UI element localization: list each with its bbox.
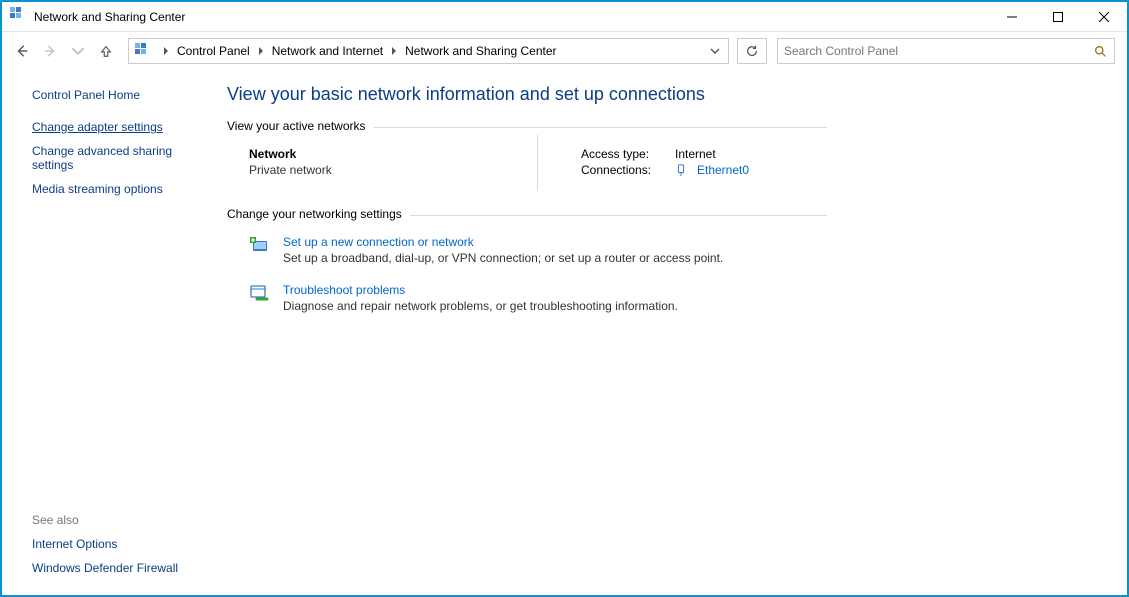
- address-icon: [129, 43, 157, 59]
- window-title: Network and Sharing Center: [34, 10, 185, 24]
- change-settings-label: Change your networking settings: [227, 207, 402, 221]
- ethernet-icon: [675, 164, 687, 176]
- see-also-heading: See also: [32, 513, 205, 527]
- nav-back-button[interactable]: [10, 39, 34, 63]
- access-type-label: Access type:: [581, 147, 667, 161]
- chevron-right-icon[interactable]: [385, 47, 403, 55]
- divider: [374, 127, 827, 128]
- search-icon: [1092, 45, 1108, 58]
- troubleshoot-link[interactable]: Troubleshoot problems: [283, 283, 405, 297]
- change-advanced-sharing-link[interactable]: Change advanced sharing settings: [32, 144, 205, 172]
- maximize-button[interactable]: [1035, 2, 1081, 32]
- refresh-button[interactable]: [737, 38, 767, 64]
- connection-link[interactable]: Ethernet0: [697, 163, 749, 177]
- divider: [410, 215, 827, 216]
- network-type: Private network: [249, 163, 499, 177]
- network-name: Network: [249, 147, 499, 161]
- media-streaming-options-link[interactable]: Media streaming options: [32, 182, 205, 196]
- page-heading: View your basic network information and …: [227, 84, 827, 105]
- chevron-right-icon[interactable]: [252, 47, 270, 55]
- search-input[interactable]: [784, 44, 1092, 58]
- control-panel-home-link[interactable]: Control Panel Home: [32, 88, 205, 102]
- nav-forward-button[interactable]: [38, 39, 62, 63]
- setup-connection-link[interactable]: Set up a new connection or network: [283, 235, 474, 249]
- connections-label: Connections:: [581, 163, 667, 177]
- troubleshoot-desc: Diagnose and repair network problems, or…: [283, 299, 678, 313]
- new-connection-icon: [249, 235, 269, 255]
- breadcrumb-control-panel[interactable]: Control Panel: [175, 44, 252, 58]
- internet-options-link[interactable]: Internet Options: [32, 537, 205, 551]
- address-dropdown[interactable]: [702, 46, 728, 56]
- app-icon: [10, 7, 26, 26]
- address-bar[interactable]: Control Panel Network and Internet Netwo…: [128, 38, 729, 64]
- nav-up-button[interactable]: [94, 39, 118, 63]
- chevron-right-icon[interactable]: [157, 47, 175, 55]
- minimize-button[interactable]: [989, 2, 1035, 32]
- windows-defender-firewall-link[interactable]: Windows Defender Firewall: [32, 561, 205, 575]
- setup-connection-desc: Set up a broadband, dial-up, or VPN conn…: [283, 251, 723, 265]
- close-button[interactable]: [1081, 2, 1127, 32]
- search-box[interactable]: [777, 38, 1115, 64]
- active-networks-label: View your active networks: [227, 119, 366, 133]
- divider: [537, 135, 538, 191]
- breadcrumb-network-internet[interactable]: Network and Internet: [270, 44, 385, 58]
- nav-history-dropdown[interactable]: [66, 39, 90, 63]
- change-adapter-settings-link[interactable]: Change adapter settings: [32, 120, 205, 134]
- access-type-value: Internet: [675, 147, 716, 161]
- breadcrumb-network-sharing[interactable]: Network and Sharing Center: [403, 44, 558, 58]
- troubleshoot-icon: [249, 283, 269, 303]
